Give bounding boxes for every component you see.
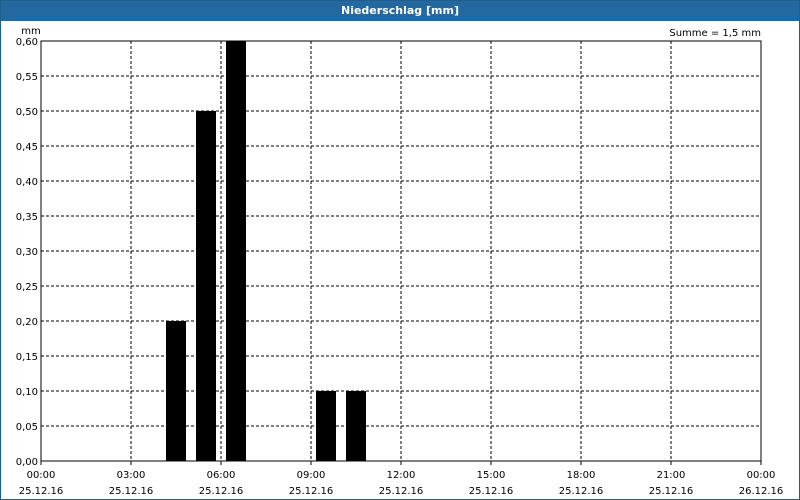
precipitation-bar	[166, 321, 186, 461]
y-tick-label: 0,05	[16, 422, 38, 433]
chart-window: Niederschlag [mm] 0,00 0,05 0,10 0,15 0,20 0,…	[0, 0, 800, 500]
x-tick-date-label: 25.12.16	[109, 486, 154, 497]
x-tick-date-label: 25.12.16	[199, 486, 244, 497]
x-tick-time-label: 12:00	[387, 470, 416, 481]
y-tick-label: 0,10	[16, 387, 38, 398]
x-tick-date-label: 25.12.16	[649, 486, 694, 497]
precipitation-bar	[346, 391, 366, 461]
x-tick-time-label: 00:00	[747, 470, 776, 481]
x-tick-date-label: 25.12.16	[379, 486, 424, 497]
y-tick-label: 0,15	[16, 352, 38, 363]
y-tick-label: 0,40	[16, 177, 38, 188]
x-tick-time-label: 18:00	[567, 470, 596, 481]
x-tick-date-label: 26.12.16	[739, 486, 784, 497]
y-axis-unit-label: mm	[21, 26, 40, 37]
y-tick-label: 0,45	[16, 142, 38, 153]
x-tick-date-label: 25.12.16	[559, 486, 604, 497]
y-tick-label: 0,25	[16, 282, 38, 293]
x-tick-time-label: 00:00	[27, 470, 56, 481]
y-tick-label: 0,50	[16, 107, 38, 118]
y-tick-label: 0,35	[16, 212, 38, 223]
x-tick-time-label: 09:00	[297, 470, 326, 481]
precipitation-chart: 0,00 0,05 0,10 0,15 0,20 0,25 0,30 0,35 0,40 0,45…	[16, 26, 784, 497]
precipitation-bar	[196, 111, 216, 461]
y-tick-label: 0,30	[16, 247, 38, 258]
y-tick-label: 0,55	[16, 72, 38, 83]
precipitation-bar	[226, 41, 246, 461]
chart-title: Niederschlag [mm]	[1, 1, 799, 21]
precipitation-bar	[316, 391, 336, 461]
x-tick-time-label: 03:00	[117, 470, 146, 481]
y-tick-label: 0,00	[16, 457, 38, 468]
sum-annotation: Summe = 1,5 mm	[669, 28, 761, 39]
x-tick-date-label: 25.12.16	[289, 486, 334, 497]
x-tick-time-label: 06:00	[207, 470, 236, 481]
y-tick-label: 0,20	[16, 317, 38, 328]
x-tick-time-label: 21:00	[657, 470, 686, 481]
x-tick-time-label: 15:00	[477, 470, 506, 481]
y-tick-label: 0,60	[16, 37, 38, 48]
x-tick-date-label: 25.12.16	[19, 486, 64, 497]
x-tick-date-label: 25.12.16	[469, 486, 514, 497]
